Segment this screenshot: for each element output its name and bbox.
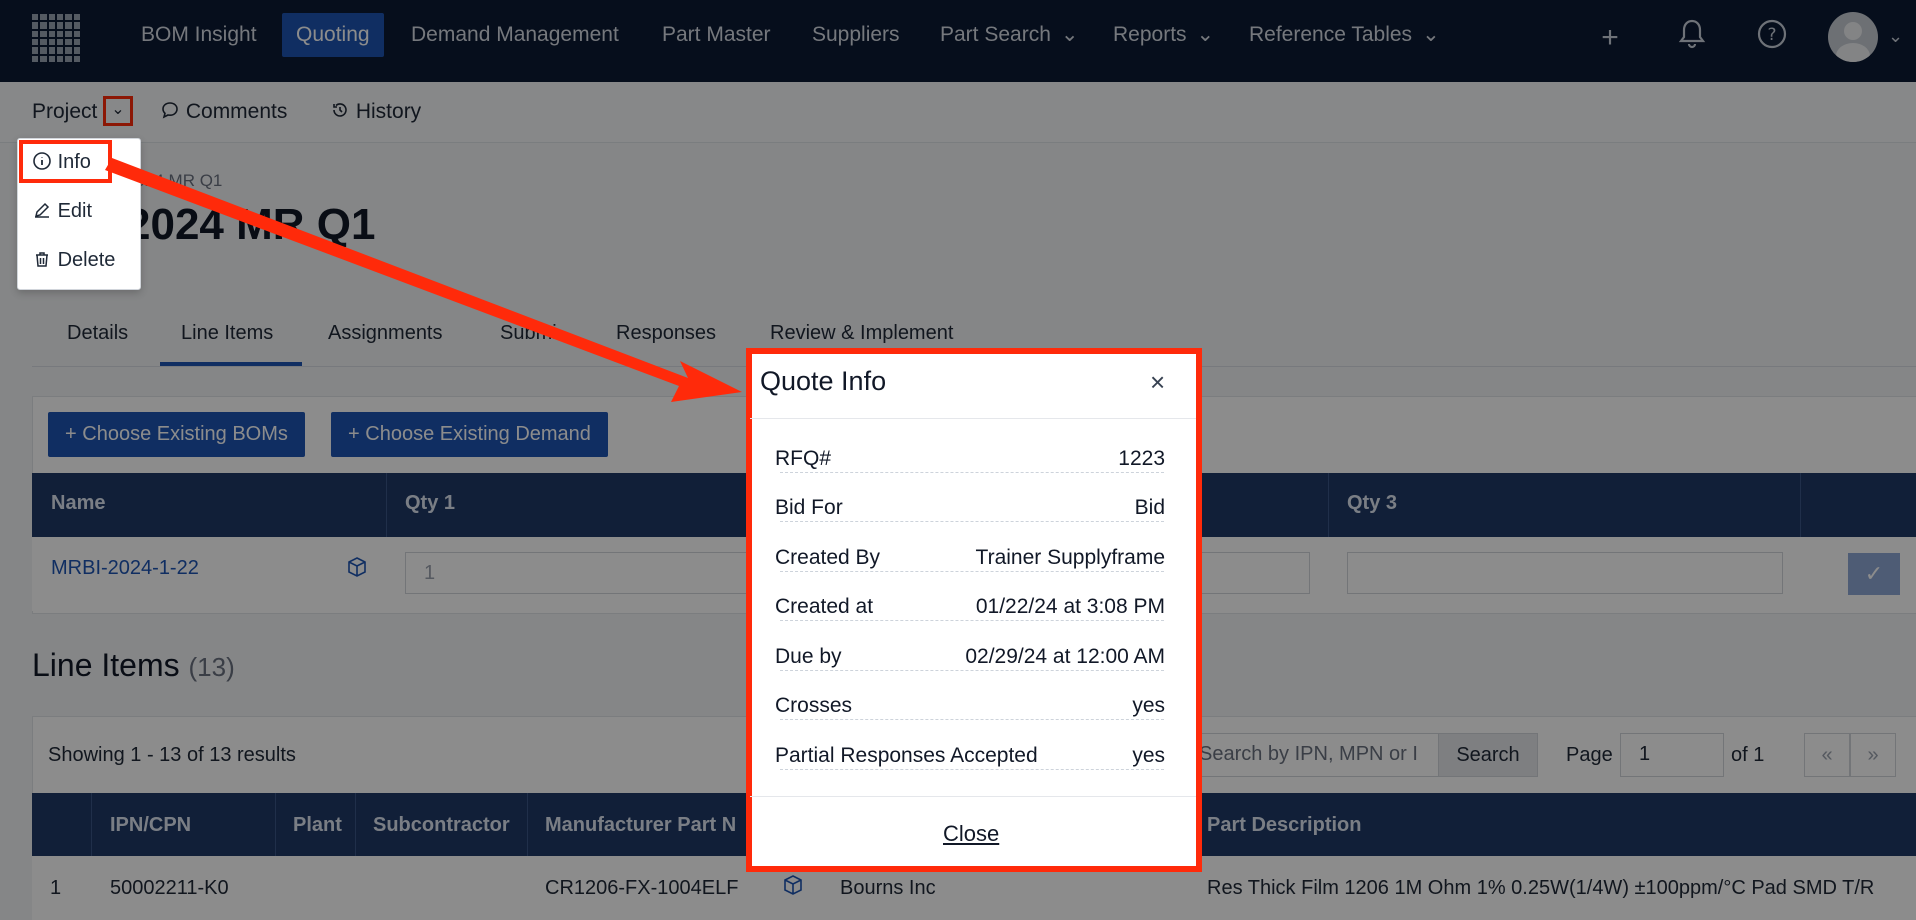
menu-item-edit[interactable]: Edit xyxy=(32,200,92,223)
leader-line xyxy=(780,571,1164,572)
menu-delete-label: Delete xyxy=(57,249,116,271)
info-label-due-by: Due by xyxy=(775,645,850,669)
info-label-created-at: Created at xyxy=(775,595,882,619)
leader-line xyxy=(780,769,1164,770)
info-label-created-by: Created By xyxy=(775,546,889,570)
trash-icon xyxy=(36,252,48,267)
close-button[interactable]: Close xyxy=(943,821,999,847)
info-value-bid-for: Bid xyxy=(1126,496,1165,520)
info-highlight-box xyxy=(19,140,112,183)
leader-line xyxy=(780,670,1164,671)
info-value-due-by: 02/29/24 at 12:00 AM xyxy=(957,645,1165,669)
modal-title: Quote Info xyxy=(760,366,887,396)
leader-line xyxy=(780,472,1164,473)
info-value-partial-responses: yes xyxy=(1124,744,1165,768)
modal-header-divider xyxy=(750,418,1196,419)
info-value-crosses: yes xyxy=(1124,694,1165,718)
menu-item-delete[interactable]: Delete xyxy=(32,249,115,272)
close-icon[interactable]: × xyxy=(1150,367,1165,398)
modal-footer-divider xyxy=(750,796,1196,797)
info-value-created-at: 01/22/24 at 3:08 PM xyxy=(967,595,1165,619)
info-label-rfq: RFQ# xyxy=(775,447,840,471)
info-label-bid-for: Bid For xyxy=(775,496,851,520)
leader-line xyxy=(780,521,1164,522)
info-label-partial-responses: Partial Responses Accepted xyxy=(775,744,1046,768)
info-label-crosses: Crosses xyxy=(775,694,861,718)
info-value-rfq: 1223 xyxy=(1110,447,1165,471)
menu-edit-label: Edit xyxy=(57,200,93,222)
leader-line xyxy=(780,620,1164,621)
info-value-created-by: Trainer Supplyframe xyxy=(967,546,1165,570)
leader-line xyxy=(780,719,1164,720)
pencil-icon xyxy=(34,202,50,218)
